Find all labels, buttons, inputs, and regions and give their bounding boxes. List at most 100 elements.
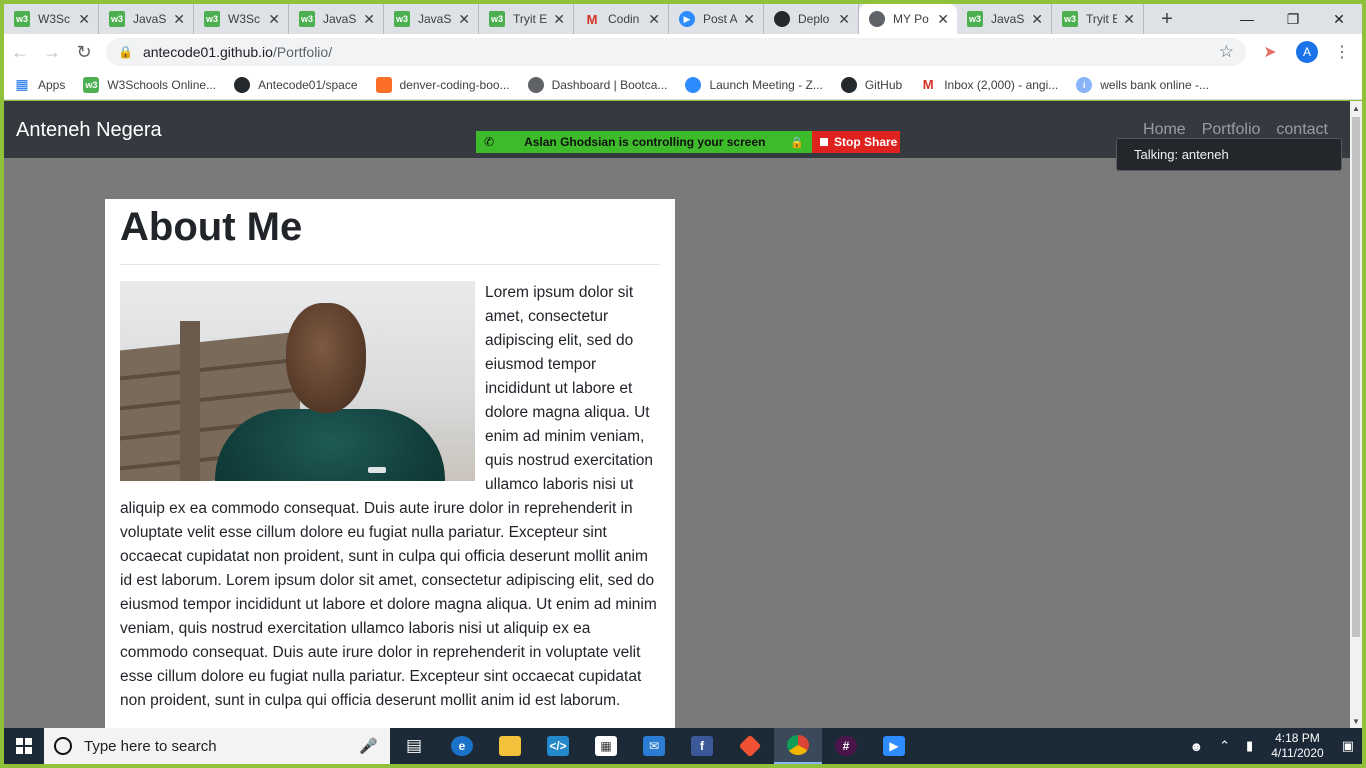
extension-icon[interactable]: ➤ [1254, 36, 1286, 68]
vscode-icon[interactable]: </> [534, 728, 582, 764]
browser-tab[interactable]: w3 Tryit E ✕ [1052, 4, 1144, 34]
show-hidden-icons-icon[interactable]: ⌃ [1219, 738, 1230, 754]
zoom-icon[interactable]: ▶ [870, 728, 918, 764]
browser-tab[interactable]: w3 W3Sc ✕ [194, 4, 289, 34]
browser-tab[interactable]: w3 Tryit E ✕ [479, 4, 574, 34]
browser-tab[interactable]: w3 JavaSc ✕ [957, 4, 1052, 34]
tab-title: Deplo [798, 12, 830, 26]
bookmark-label: Inbox (2,000) - angi... [944, 77, 1059, 92]
site-nav-links: Home Portfolio contact [1127, 121, 1328, 139]
w3schools-icon: w3 [394, 11, 410, 27]
start-button[interactable] [4, 728, 44, 764]
forward-icon[interactable]: → [36, 36, 68, 68]
close-tab-icon[interactable]: ✕ [838, 11, 850, 28]
tab-title: W3Sc [228, 12, 261, 26]
new-tab-button[interactable]: + [1152, 4, 1182, 34]
browser-toolbar: ← → ↻ 🔒 antecode01.github.io/Portfolio/ … [4, 34, 1362, 70]
browser-tab[interactable]: M Codin ✕ [574, 4, 669, 34]
remote-control-icon: ✆ [484, 135, 495, 149]
taskbar-search[interactable]: Type here to search 🎤 [44, 728, 390, 764]
battery-icon[interactable]: ▮ [1246, 738, 1253, 754]
bookmark-item[interactable]: GitHub [840, 76, 903, 93]
reload-icon[interactable]: ↻ [68, 36, 100, 68]
task-view-icon[interactable]: ▤ [390, 728, 438, 764]
scroll-up-icon[interactable]: ▲ [1350, 101, 1362, 115]
scroll-down-icon[interactable]: ▼ [1350, 714, 1362, 728]
facebook-icon[interactable]: f [678, 728, 726, 764]
site-brand[interactable]: Anteneh Negera [16, 119, 162, 142]
close-tab-icon[interactable]: ✕ [648, 11, 660, 28]
file-explorer-icon[interactable] [486, 728, 534, 764]
edge-icon[interactable]: e [438, 728, 486, 764]
tab-title: JavaSc [991, 12, 1025, 26]
address-bar[interactable]: 🔒 antecode01.github.io/Portfolio/ ☆ [106, 38, 1246, 66]
bookmark-item[interactable]: Dashboard | Bootca... [527, 76, 667, 93]
back-icon[interactable]: ← [4, 36, 36, 68]
nav-home-link[interactable]: Home [1143, 121, 1186, 139]
git-icon[interactable] [726, 728, 774, 764]
chrome-menu-icon[interactable]: ⋮ [1326, 42, 1358, 62]
browser-tab[interactable]: Deplo ✕ [764, 4, 859, 34]
close-tab-icon[interactable]: ✕ [937, 11, 949, 28]
web-page: Anteneh Negera Home Portfolio contact ✆ … [4, 101, 1350, 728]
gmail-icon: M [922, 77, 934, 92]
minimize-button[interactable]: — [1224, 4, 1270, 34]
browser-tab[interactable]: MY Po ✕ [859, 4, 957, 34]
bookmark-item[interactable]: Launch Meeting - Z... [685, 76, 823, 93]
chrome-icon[interactable] [774, 728, 822, 764]
profile-photo [120, 281, 475, 481]
bookmark-item[interactable]: M Inbox (2,000) - angi... [920, 77, 1059, 93]
people-icon[interactable]: ☻ [1189, 739, 1203, 754]
close-tab-icon[interactable]: ✕ [1031, 11, 1043, 28]
mail-icon[interactable]: ✉ [630, 728, 678, 764]
bookmark-item[interactable]: denver-coding-boo... [375, 76, 510, 93]
browser-tab[interactable]: ▶ Post A ✕ [669, 4, 764, 34]
about-content: Lorem ipsum dolor sit amet, consectetur … [120, 281, 660, 713]
gmail-icon: M [586, 11, 598, 27]
remote-control-text: Aslan Ghodsian is controlling your scree… [524, 135, 766, 149]
talking-indicator: Talking: anteneh [1116, 138, 1342, 171]
close-tab-icon[interactable]: ✕ [268, 11, 280, 28]
close-tab-icon[interactable]: ✕ [78, 11, 90, 28]
page-scrollbar[interactable]: ▲ ▼ [1350, 101, 1362, 728]
scrollbar-thumb[interactable] [1352, 117, 1360, 637]
bookmark-star-icon[interactable]: ☆ [1219, 42, 1234, 62]
microphone-icon[interactable]: 🎤 [359, 737, 378, 755]
bookmark-item[interactable]: w3 W3Schools Online... [83, 76, 216, 93]
nav-contact-link[interactable]: contact [1276, 121, 1328, 139]
close-tab-icon[interactable]: ✕ [458, 11, 470, 28]
browser-tab[interactable]: w3 JavaSc ✕ [289, 4, 384, 34]
close-tab-icon[interactable]: ✕ [363, 11, 375, 28]
maximize-button[interactable]: ❐ [1270, 4, 1316, 34]
browser-tab[interactable]: w3 W3Sc ✕ [4, 4, 99, 34]
close-tab-icon[interactable]: ✕ [743, 11, 755, 28]
about-card: About Me Lorem ipsum dolor sit amet, con… [105, 199, 675, 728]
close-tab-icon[interactable]: ✕ [553, 11, 565, 28]
clock-time: 4:18 PM [1275, 731, 1320, 745]
w3schools-icon: w3 [83, 76, 100, 93]
store-icon[interactable]: ▦ [582, 728, 630, 764]
bookmark-item[interactable]: ▦ Apps [14, 76, 65, 93]
stop-share-button[interactable]: Stop Share [812, 131, 900, 153]
window-controls: — ❐ ✕ [1224, 4, 1362, 34]
tab-strip: w3 W3Sc ✕ w3 JavaSc ✕ w3 W3Sc ✕ w3 JavaSc ✕ w3 JavaSc… [4, 4, 1362, 34]
zoom-icon: ▶ [679, 11, 695, 27]
close-tab-icon[interactable]: ✕ [173, 11, 185, 28]
profile-avatar[interactable]: A [1296, 41, 1318, 63]
url-path: /Portfolio/ [272, 44, 333, 60]
browser-tab[interactable]: w3 JavaSc ✕ [384, 4, 479, 34]
github-icon [234, 76, 251, 93]
bookmark-item[interactable]: i wells bank online -... [1076, 76, 1209, 93]
gitlab-icon [375, 76, 392, 93]
clock[interactable]: 4:18 PM 4/11/2020 [1271, 731, 1324, 761]
github-icon [774, 11, 790, 27]
close-window-button[interactable]: ✕ [1316, 4, 1362, 34]
bookmark-item[interactable]: Antecode01/space [234, 76, 358, 93]
nav-portfolio-link[interactable]: Portfolio [1202, 121, 1261, 139]
stop-share-label: Stop Share [834, 135, 898, 149]
slack-icon[interactable]: # [822, 728, 870, 764]
notifications-icon[interactable]: ▣ [1342, 738, 1354, 754]
bookmark-label: GitHub [864, 77, 903, 92]
browser-tab[interactable]: w3 JavaSc ✕ [99, 4, 194, 34]
close-tab-icon[interactable]: ✕ [1123, 11, 1135, 28]
